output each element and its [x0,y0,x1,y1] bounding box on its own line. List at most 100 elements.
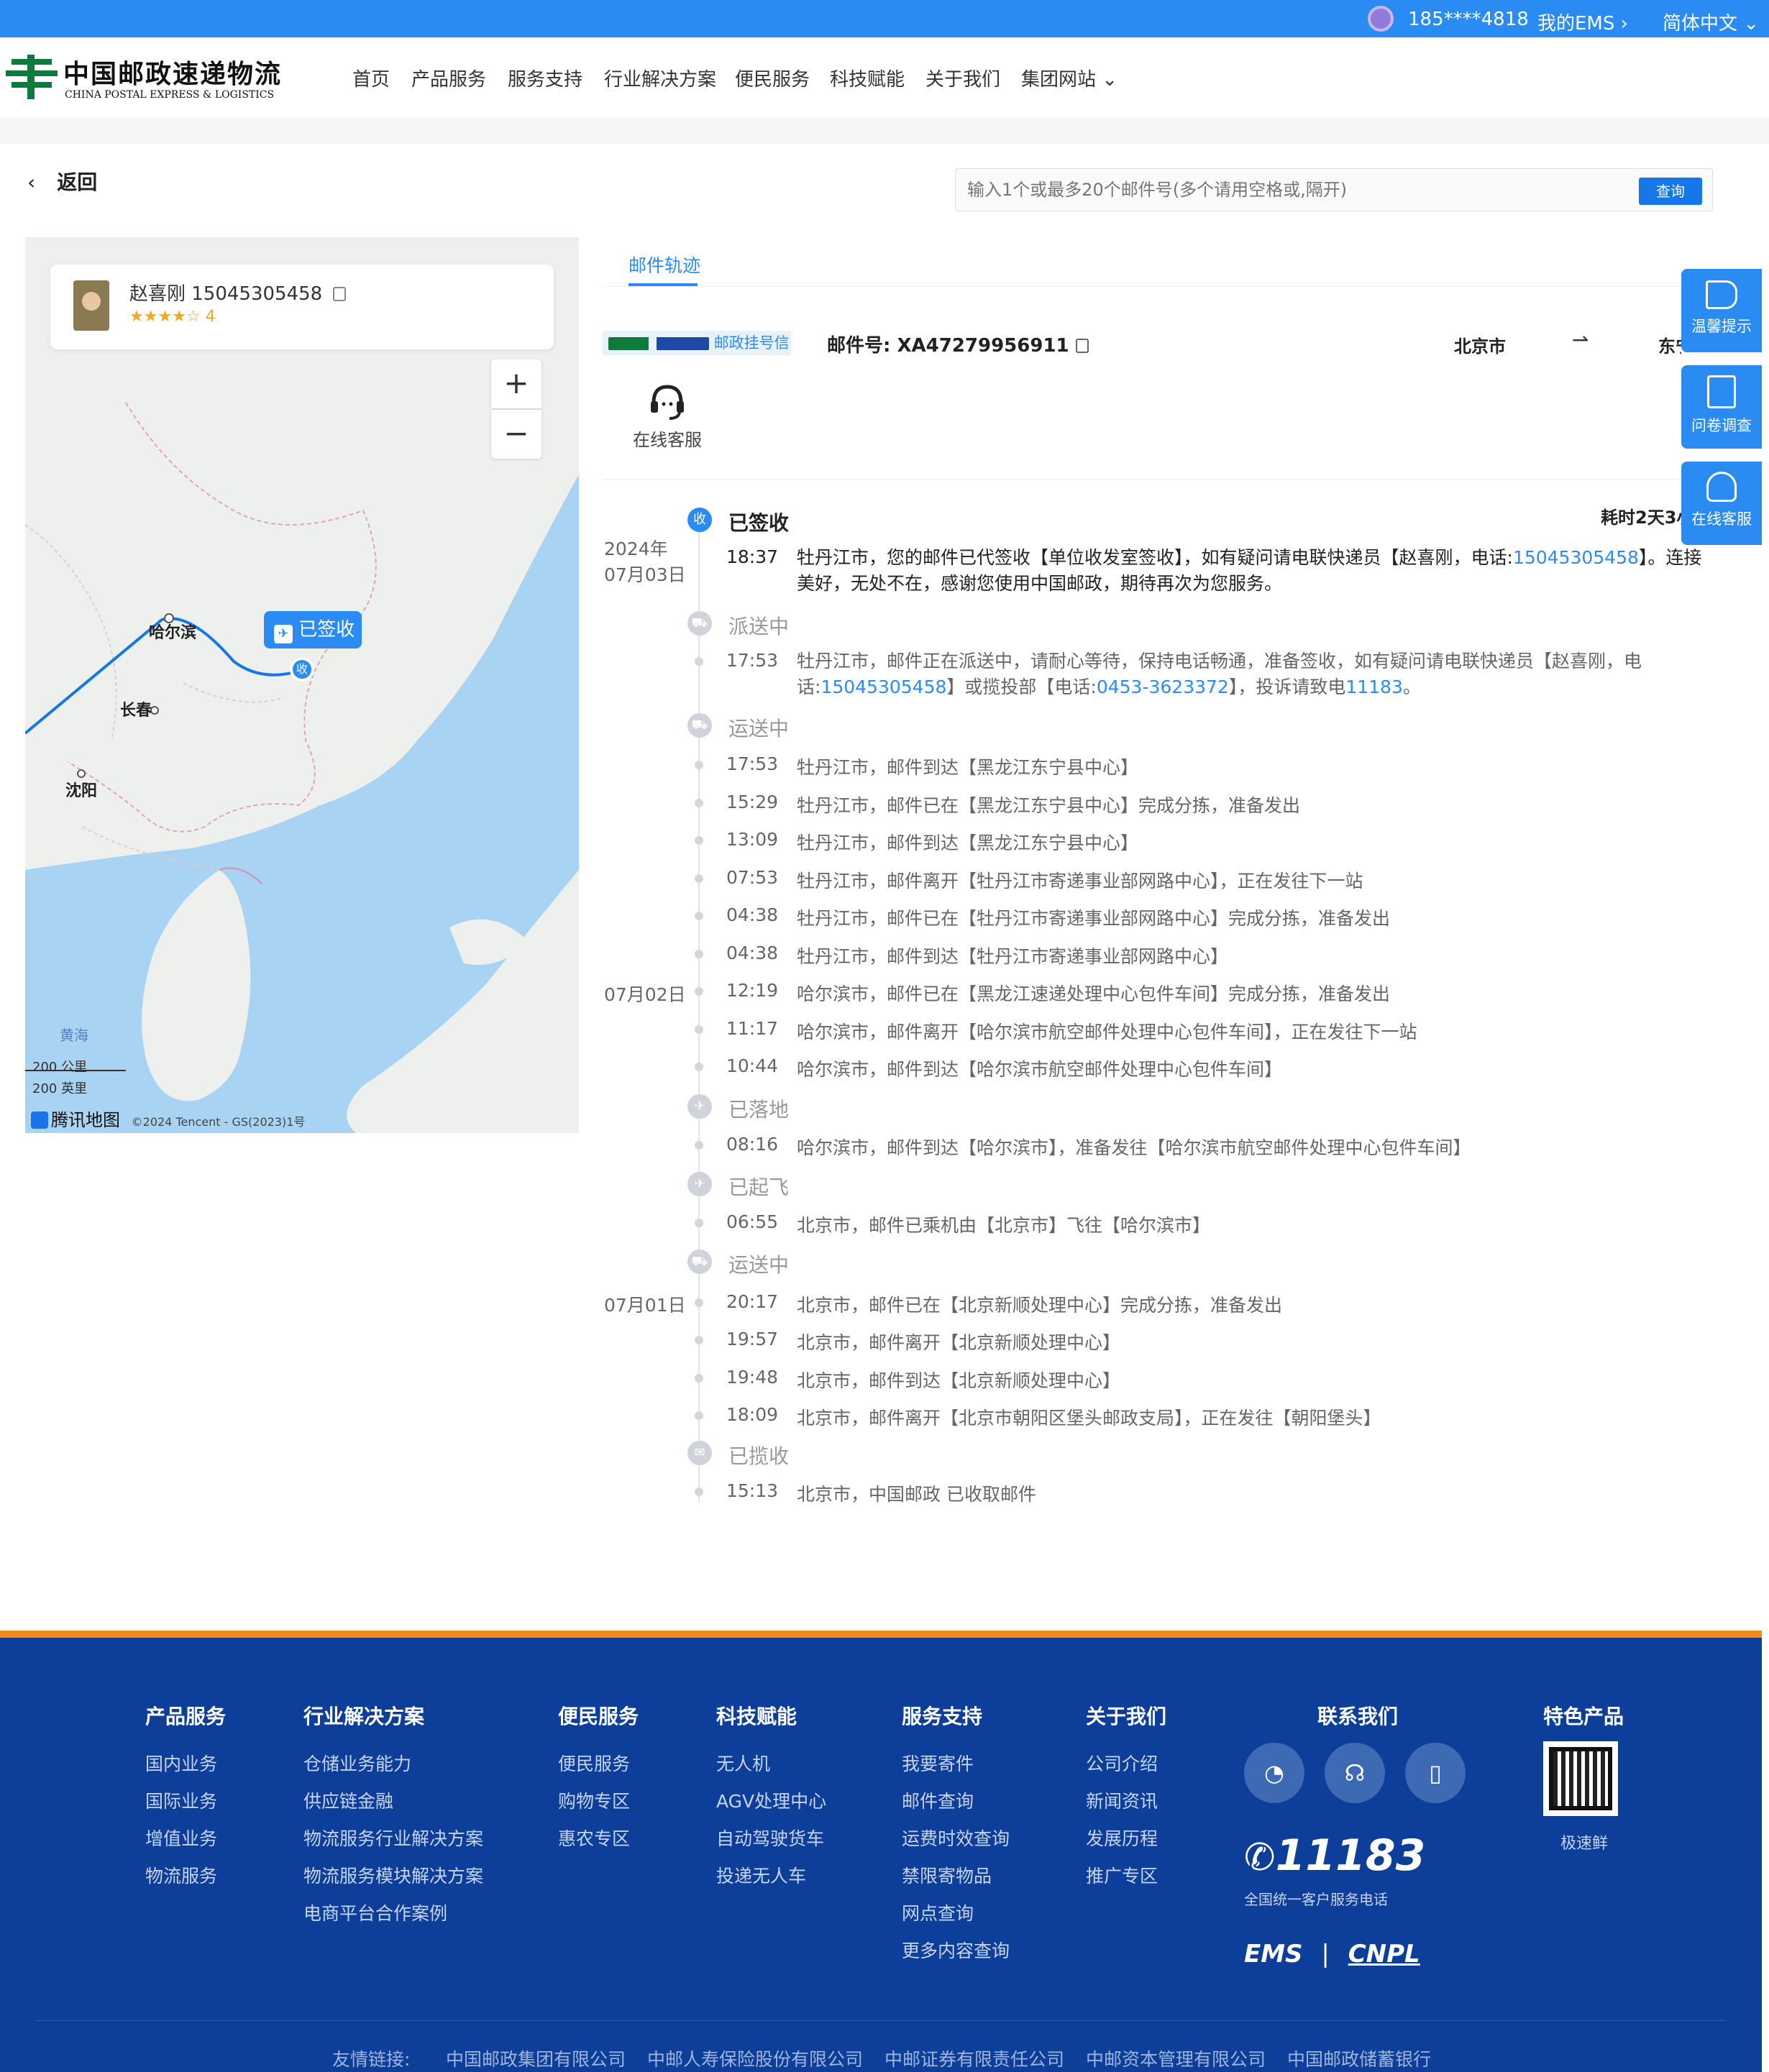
language-select[interactable]: 简体中文 ⌄ [1663,9,1759,35]
footer-link[interactable]: 禁限寄物品 [902,1862,992,1888]
tracking-search-input[interactable] [967,176,1586,203]
event-text: 牡丹江市，邮件离开【牡丹江市寄递事业部网路中心】，正在发往下一站 [797,871,1363,891]
dept-phone-link[interactable]: 0453-3623372 [1097,677,1229,697]
back-label: 返回 [57,170,98,194]
hotline-link[interactable]: 11183 [1345,677,1403,697]
featured-item[interactable]: 极速鲜 [1560,1830,1608,1853]
nav-divider [0,118,1769,144]
tracking-map[interactable]: 赵喜刚 15045305458 ★★★★☆ 4 + − 哈尔滨 长春 沈阳 黄海… [25,237,579,1133]
user-avatar-icon[interactable] [1368,6,1394,32]
footer-link[interactable]: 国内业务 [145,1750,217,1776]
logo-cn: 中国邮政速递物流 [63,59,283,89]
sidebar-tips-label: 温馨提示 [1691,318,1752,335]
footer-link[interactable]: 物流服务行业解决方案 [303,1825,483,1851]
courier-phone-link[interactable]: 15045305458 [1513,547,1639,568]
footer-link[interactable]: 网点查询 [902,1899,974,1925]
event-text: 牡丹江市，邮件已在【牡丹江市寄递事业部网路中心】完成分拣，准备发出 [797,908,1391,929]
timeline-dot [695,836,703,845]
tracking-number: 邮件号: XA47279956911 [827,331,1089,357]
nav-home[interactable]: 首页 [352,65,390,91]
sidebar-survey[interactable]: 问卷调查 [1681,365,1762,449]
headset-icon[interactable]: ☊ [1325,1743,1385,1803]
nav-solutions[interactable]: 行业解决方案 [604,65,716,91]
timeline-dot [695,874,703,883]
footer-link[interactable]: 国际业务 [145,1787,217,1813]
sidebar-tips[interactable]: 温馨提示 [1681,269,1762,352]
timeline-dot [695,657,703,666]
tracking-number-label: 邮件号: [827,335,891,357]
event-time: 19:48 [726,1367,779,1388]
footer-link[interactable]: 物流服务模块解决方案 [303,1862,483,1888]
nav-tech[interactable]: 科技赋能 [830,65,905,91]
courier-card: 赵喜刚 15045305458 ★★★★☆ 4 [50,265,554,349]
footer-link[interactable]: 购物专区 [558,1787,630,1813]
friend-link[interactable]: 中邮人寿保险股份有限公司 [647,2045,863,2071]
footer-link[interactable]: 投递无人车 [716,1862,806,1888]
footer-col-title: 关于我们 [1086,1705,1167,1728]
footer-link[interactable]: 运费时效查询 [902,1825,1010,1851]
footer-link[interactable]: 发展历程 [1086,1825,1158,1851]
rating-value: 4 [205,308,216,326]
qr-code-icon[interactable] [1543,1741,1618,1816]
event-text: 。 [1402,677,1421,697]
nav-products[interactable]: 产品服务 [411,65,486,91]
event-text: 北京市，中国邮政 已收取邮件 [797,1484,1036,1505]
footer-link[interactable]: 物流服务 [145,1862,217,1888]
timeline-dot [695,1411,703,1420]
event-time: 12:19 [726,980,779,1001]
footer-link[interactable]: 更多内容查询 [902,1937,1010,1963]
footer-link[interactable]: 仓储业务能力 [303,1750,411,1776]
status-flying: 已起飞 [728,1175,790,1199]
hotline[interactable]: ✆11183 [1244,1830,1425,1881]
friend-link[interactable]: 中邮资本管理有限公司 [1086,2045,1266,2071]
sidebar-online-service[interactable]: 在线客服 [1681,462,1762,545]
footer-link[interactable]: 邮件查询 [902,1787,974,1813]
copy-icon[interactable] [332,287,346,301]
footer-link[interactable]: 公司介绍 [1086,1750,1158,1776]
zoom-out-button[interactable]: − [491,410,541,459]
footer-link[interactable]: 自动驾驶货车 [716,1825,824,1851]
friend-link[interactable]: 中邮证券有限责任公司 [884,2045,1064,2071]
my-ems-link[interactable]: 我的EMS › [1537,9,1628,35]
logo-en: CHINA POSTAL EXPRESS & LOGISTICS [65,89,275,101]
date-year: 2024年 [604,538,668,559]
search-button[interactable]: 查询 [1639,178,1702,205]
event-time: 18:37 [726,546,779,567]
header-divider [603,479,1681,480]
rating-stars-icon: ★★★★☆ [129,308,201,326]
footer-link[interactable]: 增值业务 [145,1825,217,1851]
event-time: 20:17 [726,1291,779,1312]
event-time: 04:38 [726,904,779,925]
wechat-icon[interactable]: ◔ [1244,1743,1304,1803]
zoom-in-button[interactable]: + [491,359,541,408]
footer-link[interactable]: 推广专区 [1086,1862,1158,1888]
nav-public-service[interactable]: 便民服务 [735,65,810,91]
logo[interactable]: 中国邮政速递物流 CHINA POSTAL EXPRESS & LOGISTIC… [6,52,301,109]
footer-link[interactable]: AGV处理中心 [716,1787,826,1813]
friend-link[interactable]: 中国邮政储蓄银行 [1287,2045,1431,2071]
footer-link[interactable]: 新闻资讯 [1086,1787,1158,1813]
location-pin-icon[interactable]: 收 [290,657,314,682]
mobile-icon[interactable]: ▯ [1405,1743,1466,1803]
footer-col-title: 科技赋能 [716,1705,797,1728]
timeline-dot [695,1298,703,1307]
timeline-dot [695,1374,703,1383]
status-bubble[interactable]: ✈ 已签收 [264,611,362,648]
footer-link[interactable]: 便民服务 [558,1750,630,1776]
footer-link[interactable]: 我要寄件 [902,1750,974,1776]
footer-link[interactable]: 惠农专区 [558,1825,630,1851]
friend-link[interactable]: 中国邮政集团有限公司 [446,2045,626,2071]
nav-about[interactable]: 关于我们 [925,65,1000,91]
footer-link[interactable]: 电商平台合作案例 [303,1899,447,1925]
courier-phone-link[interactable]: 15045305458 [820,677,946,697]
footer-link[interactable]: 供应链金融 [303,1787,393,1813]
event-text: 】或揽投部【电话: [946,677,1097,697]
copy-icon[interactable] [1075,339,1089,353]
back-button[interactable]: ‹ 返回 [27,167,97,196]
footer-link[interactable]: 无人机 [716,1750,770,1776]
user-phone[interactable]: 185****4818 [1408,9,1529,30]
nav-group-sites[interactable]: 集团网站 ⌄ [1021,65,1117,91]
online-service-button[interactable]: 在线客服 [627,380,708,459]
nav-support[interactable]: 服务支持 [508,65,582,91]
tab-track[interactable]: 邮件轨迹 [628,252,700,278]
